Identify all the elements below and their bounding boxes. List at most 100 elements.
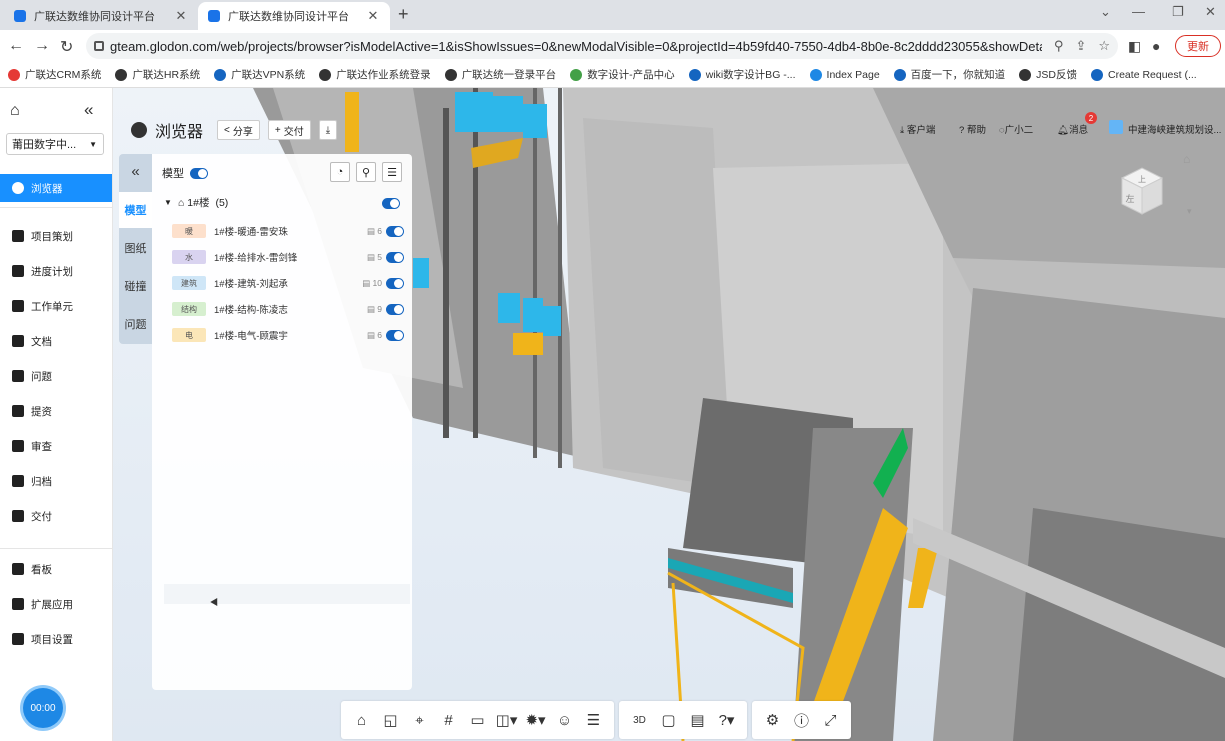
url-text[interactable]: gteam.glodon.com/web/projects/browser?is… (110, 39, 1042, 54)
sidebar-icon[interactable]: ◧ (1128, 38, 1141, 55)
side-tab[interactable]: 图纸 (119, 230, 152, 266)
share-button[interactable]: < 分享 (217, 120, 260, 140)
nav-item[interactable]: 审查 (0, 432, 112, 460)
bookmark-item[interactable]: Index Page (809, 68, 880, 81)
user-link[interactable]: ◌广小二 (999, 122, 1033, 136)
filter-button[interactable]: ◔ (330, 162, 350, 182)
person-icon[interactable]: ☺ (550, 706, 579, 734)
new-tab-icon[interactable]: + (398, 4, 409, 25)
view-cube[interactable]: 上 左 (1116, 164, 1168, 218)
model-row-toggle[interactable] (386, 303, 404, 315)
grid-icon[interactable]: # (434, 706, 463, 734)
model-tree-row[interactable]: 建筑 1#楼-建筑-刘起承 ▤ 10 (172, 274, 404, 292)
browser-tab-2[interactable]: 广联达数维协同设计平台 ✕ (198, 2, 390, 30)
location-icon[interactable]: ⌖ (405, 706, 434, 734)
recording-timer[interactable]: 00:00 (23, 688, 63, 728)
home-icon[interactable]: ⌂ (347, 706, 376, 734)
avatar[interactable] (1109, 120, 1123, 134)
bookmark-item[interactable]: JSD反馈 (1019, 67, 1077, 82)
side-tab[interactable]: 碰撞 (119, 268, 152, 304)
nav-item[interactable]: 看板 (0, 555, 112, 583)
nav-item[interactable]: 浏览器 (0, 174, 112, 202)
bookmark-item[interactable]: wiki数字设计BG -... (688, 67, 796, 82)
bookmark-item[interactable]: 广联达VPN系统 (214, 67, 305, 82)
nav-item[interactable]: 文档 (0, 327, 112, 355)
model-tree-row[interactable]: 电 1#楼-电气-顾震宇 ▤ 6 (172, 326, 404, 344)
caret-down-icon[interactable]: ▼ (164, 198, 172, 207)
properties-icon[interactable]: ☰ (579, 706, 608, 734)
bookmark-item[interactable]: 广联达作业系统登录 (319, 67, 431, 82)
collapse-panel-icon[interactable]: « (119, 154, 152, 188)
section-plane-icon[interactable]: ◫▾ (492, 706, 521, 734)
profile-icon[interactable]: ● (1152, 38, 1160, 54)
bookmark-item[interactable]: 广联达HR系统 (115, 67, 200, 82)
nav-item[interactable]: 交付 (0, 502, 112, 530)
browser-tab-1[interactable]: 广联达数维协同设计平台 ✕ (4, 2, 198, 30)
reload-icon[interactable]: ↻ (60, 37, 73, 57)
nav-item[interactable]: 进度计划 (0, 257, 112, 285)
share-icon[interactable]: ⇪ (1075, 38, 1086, 54)
bookmark-item[interactable]: Create Request (... (1091, 68, 1197, 81)
update-button[interactable]: 更新 (1175, 35, 1221, 57)
side-tab[interactable]: 问题 (119, 306, 152, 342)
close-window-icon[interactable]: ✕ (1205, 4, 1216, 20)
forward-icon[interactable]: → (34, 37, 50, 55)
deliver-button[interactable]: + 交付 (267, 120, 311, 140)
bookmark-star-icon[interactable]: ☆ (1098, 38, 1110, 54)
search-button[interactable]: ⚲ (356, 162, 376, 182)
model-row-toggle[interactable] (386, 329, 404, 341)
home-view-icon[interactable]: ⌂ (1183, 152, 1190, 166)
url-bar[interactable]: gteam.glodon.com/web/projects/browser?is… (86, 33, 1118, 59)
model-viewport[interactable]: 浏览器 < 分享 + 交付 ⤓ ⤓ 客户端 ? 帮助 ◌广小二 🔔︎消息 2 中建海… (113, 88, 1225, 741)
root-visibility-toggle[interactable] (382, 198, 400, 209)
3d-2d-icon[interactable]: 3D (625, 706, 654, 734)
model-row-toggle[interactable] (386, 251, 404, 263)
bookmark-item[interactable]: 百度一下，你就知道 (893, 67, 1005, 82)
minimize-icon[interactable]: — (1132, 4, 1145, 19)
model-row-toggle[interactable] (386, 277, 404, 289)
model-name: 1#楼-结构-陈凌志 (214, 305, 288, 316)
nav-item[interactable]: 工作单元 (0, 292, 112, 320)
model-tree-row[interactable]: 结构 1#楼-结构-陈凌志 ▤ 9 (172, 300, 404, 318)
bookmark-item[interactable]: 广联达CRM系统 (8, 67, 101, 82)
messages-link[interactable]: 🔔︎消息 (1057, 122, 1088, 136)
collapse-nav-icon[interactable]: « (84, 100, 93, 120)
info-icon[interactable]: ⓘ (787, 706, 816, 734)
org-name[interactable]: 中建海峡建筑规划设... (1128, 122, 1221, 136)
camera-icon[interactable]: ▢ (654, 706, 683, 734)
bookmark-item[interactable]: 数字设计-产品中心 (570, 67, 675, 82)
explode-icon[interactable]: ✹▾ (521, 706, 550, 734)
tab-search-chevron-icon[interactable]: ⌄ (1100, 4, 1111, 20)
help-icon[interactable]: ?▾ (712, 706, 741, 734)
model-tree-row[interactable]: 暖 1#楼-暖通-雷安珠 ▤ 6 (172, 222, 404, 240)
close-tab-icon[interactable]: ✕ (174, 8, 188, 24)
fullscreen-icon[interactable]: ⤢ (816, 706, 845, 734)
model-visibility-toggle[interactable] (190, 167, 208, 179)
comment-icon[interactable]: ▤ (683, 706, 712, 734)
nav-item[interactable]: 提资 (0, 397, 112, 425)
nav-item[interactable]: 项目设置 (0, 625, 112, 653)
section-box-icon[interactable]: ◱ (376, 706, 405, 734)
back-icon[interactable]: ← (8, 37, 24, 55)
nav-item[interactable]: 问题 (0, 362, 112, 390)
nav-item[interactable]: 扩展应用 (0, 590, 112, 618)
bookmark-item[interactable]: 广联达统一登录平台 (444, 67, 556, 82)
model-row-toggle[interactable] (386, 225, 404, 237)
side-tab[interactable]: 模型 (119, 192, 152, 228)
client-link[interactable]: ⤓ 客户端 (900, 122, 935, 136)
menu-button[interactable]: ☰ (382, 162, 402, 182)
settings-icon[interactable]: ⚙ (758, 706, 787, 734)
measure-icon[interactable]: ▭ (463, 706, 492, 734)
nav-item[interactable]: 项目策划 (0, 222, 112, 250)
help-link[interactable]: ? 帮助 (959, 122, 986, 136)
download-button[interactable]: ⤓ (318, 120, 338, 140)
nav-item[interactable]: 归档 (0, 467, 112, 495)
model-tree-row[interactable]: 水 1#楼-给排水-雷剑锋 ▤ 5 (172, 248, 404, 266)
project-select[interactable]: 莆田数字中... ▼ (6, 133, 104, 155)
maximize-icon[interactable]: ❐ (1172, 4, 1184, 20)
home-icon[interactable]: ⌂ (10, 102, 20, 120)
close-tab-icon[interactable]: ✕ (366, 8, 380, 24)
zoom-icon[interactable]: ⚲ (1054, 38, 1064, 54)
cube-menu-chevron-icon[interactable]: ▾ (1187, 206, 1192, 217)
tree-root-node[interactable]: ▼ ⌂ 1#楼 (5) (164, 195, 228, 210)
